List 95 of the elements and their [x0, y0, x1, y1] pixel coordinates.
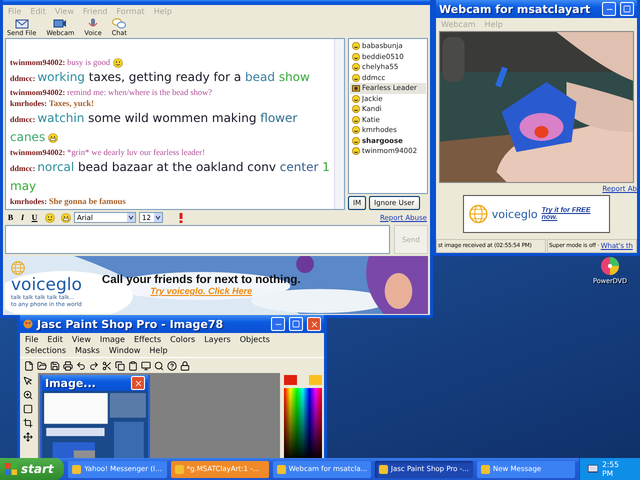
chat-message: ddmcc: norcal bead bazaar at the oakland conv center 1 may [10, 159, 331, 195]
clipboard-icon[interactable] [128, 360, 138, 370]
chat-message: ddmcc: watchin some wild wommen making flower canes [10, 110, 298, 146]
window-title: Image... [45, 376, 97, 390]
smiley-icon [352, 42, 360, 50]
smiley-icon [352, 136, 360, 145]
globe-icon [11, 261, 25, 275]
smiley-icon [352, 147, 360, 156]
close-button[interactable] [131, 376, 145, 390]
exclamation-icon[interactable] [178, 212, 184, 222]
app-icon [174, 464, 184, 474]
background-swatch[interactable] [309, 375, 322, 385]
bold-button[interactable]: B [6, 213, 15, 222]
microphone-icon [86, 18, 100, 29]
menu-item[interactable]: View [72, 334, 91, 345]
menu-item[interactable]: Effects [134, 334, 162, 345]
app-icon [481, 464, 490, 474]
camera-icon [352, 84, 360, 92]
grin-emoticon-icon [48, 132, 58, 143]
close-icon [134, 378, 142, 388]
maximize-icon [292, 320, 300, 328]
window-title: Webcam for msatclayart [439, 2, 592, 16]
new-file-icon[interactable] [24, 360, 34, 370]
close-icon [310, 320, 318, 328]
grin-emoticon-icon [61, 212, 71, 222]
printer-icon[interactable] [63, 360, 73, 370]
palette-icon [23, 319, 33, 329]
chat-message: twinmom94002: *grin* we dearly luv our fearless leader! [10, 147, 206, 158]
smiley-icon [352, 63, 360, 72]
dropdown-arrow-icon [154, 213, 162, 222]
menu-item[interactable]: Masks [75, 345, 100, 356]
italic-button[interactable]: I [18, 213, 27, 222]
lock-icon[interactable] [180, 360, 190, 370]
redo-icon[interactable] [89, 360, 99, 370]
ad-logo: voiceglo [492, 208, 538, 220]
underline-button[interactable]: U [30, 213, 39, 222]
menu-item[interactable]: Window [108, 345, 140, 356]
monitor-icon [588, 464, 598, 474]
menu-item[interactable]: Selections [25, 345, 66, 356]
move-icon[interactable] [23, 432, 33, 442]
close-button[interactable] [307, 317, 321, 331]
selection-icon[interactable] [23, 404, 33, 414]
menu-item[interactable]: Image [100, 334, 125, 345]
scrollbar[interactable] [334, 39, 344, 209]
folder-icon[interactable] [37, 360, 47, 370]
envelope-icon [14, 18, 29, 29]
minimize-button[interactable] [602, 2, 616, 16]
menu-item[interactable]: Layers [204, 334, 231, 345]
minimize-button[interactable] [271, 317, 285, 331]
smiley-icon [352, 52, 360, 61]
smiley-icon [352, 126, 360, 134]
maximize-button[interactable] [620, 2, 634, 16]
menu-item[interactable]: File [25, 334, 38, 345]
copy-icon[interactable] [115, 360, 125, 370]
search-icon[interactable] [154, 360, 164, 370]
chat-message: ddmcc: working taxes, getting ready for a bead show [10, 69, 311, 86]
disc-icon[interactable] [600, 256, 620, 276]
chat-message: kmrhodes: Taxes, yuck! [10, 98, 95, 109]
zoom-icon[interactable] [23, 390, 33, 400]
foreground-swatch[interactable] [284, 375, 297, 385]
speech-bubbles-icon [112, 18, 126, 29]
pointer-icon[interactable] [23, 376, 33, 386]
crop-icon[interactable] [23, 418, 33, 428]
smiley-icon [352, 105, 360, 114]
menu-item[interactable]: Edit [47, 334, 63, 345]
ad-logo: voiceglo [11, 275, 82, 295]
scissors-icon[interactable] [102, 360, 112, 370]
monitor-icon[interactable] [141, 360, 151, 370]
maximize-button[interactable] [289, 317, 303, 331]
smiley-icon [352, 94, 360, 103]
help-icon[interactable] [167, 360, 177, 370]
save-icon[interactable] [50, 360, 60, 370]
app-icon [72, 464, 82, 474]
smiley-icon [45, 212, 55, 222]
color-spectrum[interactable] [284, 388, 322, 460]
maximize-icon [623, 5, 631, 13]
smiley-icon [113, 58, 124, 68]
menu-item[interactable]: Objects [240, 334, 270, 345]
dropdown-arrow-icon [127, 213, 135, 222]
windows-logo-icon [5, 463, 17, 475]
menu-item[interactable]: Help [149, 345, 168, 356]
chat-message: kmrhodes: She gonna be famous [10, 196, 127, 207]
start-button[interactable]: start [0, 458, 64, 480]
chat-message: twinmom94002: busy is good [10, 56, 332, 68]
message-input[interactable] [5, 225, 390, 254]
window-title: Jasc Paint Shop Pro - Image78 [37, 318, 224, 330]
app-icon [276, 464, 286, 474]
menu-item[interactable]: Colors [170, 334, 196, 345]
camera-icon [53, 18, 68, 29]
undo-icon[interactable] [76, 360, 86, 370]
smiley-icon [352, 116, 360, 124]
app-icon [378, 464, 388, 474]
smiley-icon [352, 74, 360, 82]
globe-icon [469, 204, 488, 224]
chat-message: twinmom94002: remind me: when/where is the bead show? [10, 87, 214, 98]
